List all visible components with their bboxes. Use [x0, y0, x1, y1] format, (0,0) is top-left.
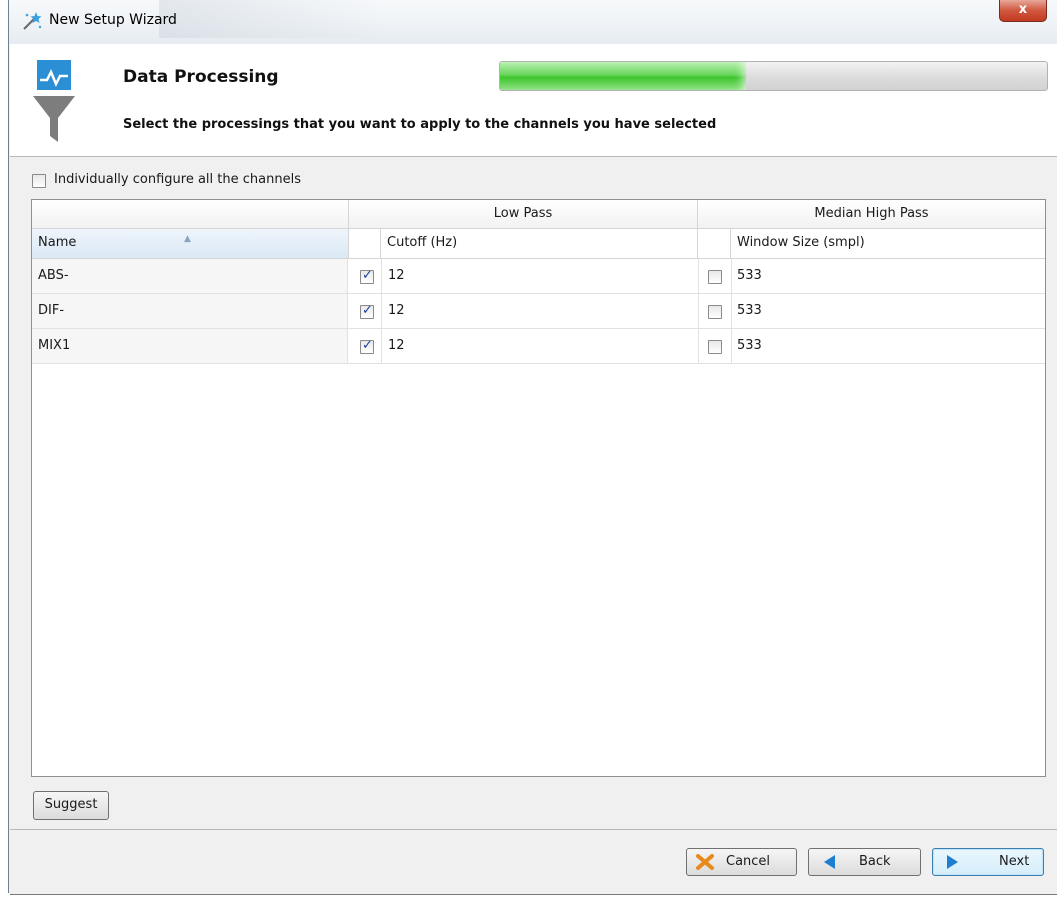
cutoff-value[interactable]: 12 — [388, 259, 405, 293]
wizard-footer: Cancel Back Next — [10, 829, 1057, 895]
back-button[interactable]: Back — [808, 848, 921, 876]
progress-fill — [500, 62, 747, 90]
chart-funnel-icon — [31, 58, 77, 148]
group-header-low-pass: Low Pass — [349, 200, 698, 229]
channel-name: DIF- — [32, 294, 348, 328]
median-high-pass-checkbox[interactable] — [708, 340, 722, 354]
page-title: Data Processing — [123, 67, 279, 87]
window-size-value[interactable]: 533 — [737, 329, 762, 363]
wizard-window: New Setup Wizard x Data Processing Selec… — [8, 0, 1057, 895]
group-header-median-high-pass: Median High Pass — [698, 200, 1045, 229]
column-header-high-pass-enable[interactable] — [698, 229, 731, 259]
individually-configure-checkbox[interactable] — [32, 174, 46, 188]
close-button[interactable]: x — [999, 0, 1047, 22]
channel-name: MIX1 — [32, 329, 348, 363]
individually-configure-label: Individually configure all the channels — [54, 172, 301, 187]
channel-name: ABS- — [32, 259, 348, 293]
processing-table: Low Pass Median High Pass ▲ Name Cutoff … — [31, 199, 1046, 777]
cancel-button[interactable]: Cancel — [686, 848, 797, 876]
back-arrow-icon — [821, 854, 839, 870]
window-size-value[interactable]: 533 — [737, 259, 762, 293]
wizard-progress-bar — [499, 61, 1048, 91]
median-high-pass-checkbox[interactable] — [708, 305, 722, 319]
column-header-cutoff[interactable]: Cutoff (Hz) — [381, 229, 698, 259]
cutoff-value[interactable]: 12 — [388, 294, 405, 328]
table-row[interactable]: ABS- 12 533 — [32, 259, 1045, 294]
next-arrow-icon — [943, 854, 961, 870]
column-header-name[interactable]: ▲ Name — [32, 229, 349, 259]
next-button[interactable]: Next — [932, 848, 1044, 876]
window-title: New Setup Wizard — [49, 12, 177, 28]
table-row[interactable]: MIX1 12 533 — [32, 329, 1045, 364]
low-pass-checkbox[interactable] — [360, 303, 374, 319]
sort-ascending-icon: ▲ — [184, 234, 191, 244]
content-area: Individually configure all the channels … — [10, 157, 1057, 829]
low-pass-checkbox[interactable] — [360, 338, 374, 354]
median-high-pass-checkbox[interactable] — [708, 270, 722, 284]
table-row[interactable]: DIF- 12 533 — [32, 294, 1045, 329]
low-pass-checkbox[interactable] — [360, 268, 374, 284]
wizard-wand-icon — [21, 10, 43, 32]
wizard-header: Data Processing Select the processings t… — [10, 44, 1057, 157]
cutoff-value[interactable]: 12 — [388, 329, 405, 363]
column-header-window-size[interactable]: Window Size (smpl) — [731, 229, 1045, 259]
title-bar: New Setup Wizard x — [9, 0, 1057, 44]
cancel-x-icon — [696, 854, 714, 870]
suggest-button[interactable]: Suggest — [33, 791, 109, 820]
column-header-low-pass-enable[interactable] — [349, 229, 381, 259]
window-size-value[interactable]: 533 — [737, 294, 762, 328]
page-subtitle: Select the processings that you want to … — [123, 117, 717, 132]
